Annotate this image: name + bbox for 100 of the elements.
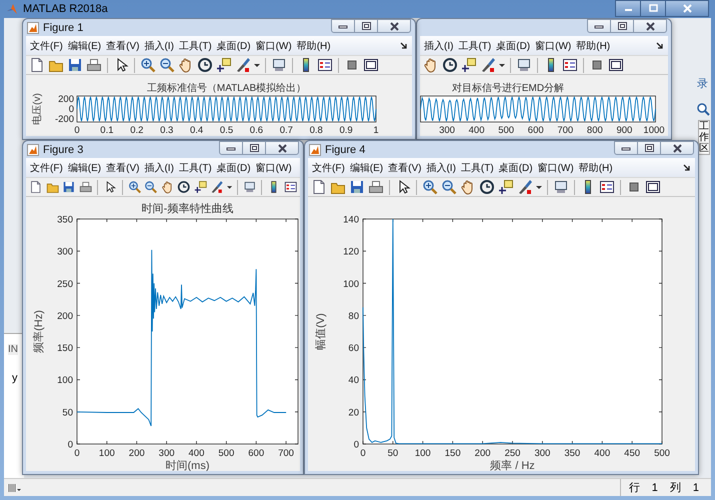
menu-item[interactable]: 窗口(W)	[535, 38, 572, 52]
close-icon	[276, 142, 288, 154]
brush-icon[interactable]	[480, 57, 496, 73]
menu-item[interactable]: 编辑(E)	[68, 160, 102, 174]
toolbar-label[interactable]: 录	[697, 76, 708, 91]
legend-icon[interactable]	[317, 57, 333, 73]
window-frame-icon[interactable]	[363, 57, 379, 73]
menu-item[interactable]: 文件(F)	[30, 38, 63, 52]
zoom-in-icon[interactable]	[422, 179, 438, 195]
menu-item[interactable]: 查看(V)	[106, 160, 140, 174]
window-title: Figure 1	[43, 22, 84, 34]
menu-item[interactable]: 窗口(W)	[256, 160, 292, 174]
chart-title: 时间-频率特性曲线	[142, 203, 234, 215]
zoom-out-icon[interactable]	[144, 179, 158, 195]
menu-item[interactable]: 帮助(H)	[578, 160, 613, 174]
menu-item[interactable]: 帮助(H)	[296, 38, 331, 52]
data-cursor-icon[interactable]	[461, 57, 477, 73]
tick-label: 60	[348, 343, 359, 354]
close-button[interactable]	[265, 141, 299, 155]
menu-item[interactable]: 桌面(D)	[216, 38, 251, 52]
menu-item[interactable]: 文件(F)	[30, 160, 63, 174]
maximize-button[interactable]	[610, 19, 634, 33]
brush-icon[interactable]	[210, 179, 224, 195]
maximize-button[interactable]	[354, 19, 378, 33]
save-icon[interactable]	[349, 179, 365, 195]
minimize-button[interactable]	[331, 19, 355, 33]
menu-item[interactable]: 工具(T)	[458, 38, 492, 52]
data-cursor-icon[interactable]	[194, 179, 207, 195]
window-frame-icon[interactable]	[608, 57, 624, 73]
save-icon[interactable]	[62, 179, 76, 195]
menu-item[interactable]: 工具(T)	[178, 38, 212, 52]
window-frame-icon[interactable]	[645, 179, 661, 195]
legend-icon[interactable]	[599, 179, 615, 195]
save-icon[interactable]	[67, 57, 83, 73]
close-icon	[672, 142, 682, 154]
axis-label: 幅值(V)	[315, 313, 327, 350]
zoom-in-icon[interactable]	[140, 57, 156, 73]
menu-item[interactable]: 桌面(D)	[496, 38, 530, 52]
menu-item[interactable]: 桌面(D)	[216, 160, 251, 174]
menu-item[interactable]: 插入(I)	[424, 38, 454, 52]
panel-tab[interactable]: 工作区	[698, 120, 710, 155]
search-icon[interactable]	[696, 102, 710, 116]
data-cursor-icon[interactable]	[216, 57, 232, 73]
linked-plot-icon[interactable]	[516, 57, 532, 73]
tick-label: 100	[343, 278, 359, 290]
legend-icon[interactable]	[562, 57, 578, 73]
print-icon[interactable]	[78, 179, 92, 195]
minimize-button[interactable]	[614, 141, 638, 155]
zoom-out-icon[interactable]	[159, 57, 175, 73]
menu-item[interactable]: 查看(V)	[388, 160, 422, 174]
brush-icon[interactable]	[235, 57, 251, 73]
linked-plot-icon[interactable]	[271, 57, 287, 73]
zoom-out-icon[interactable]	[441, 179, 457, 195]
menu-item[interactable]: 工具(T)	[178, 160, 212, 174]
zoom-in-icon[interactable]	[128, 179, 141, 195]
dock-arrow-icon[interactable]	[656, 42, 664, 50]
menu-item[interactable]: 工具(T)	[460, 160, 494, 174]
maximize-button[interactable]	[242, 141, 266, 155]
maximize-button[interactable]	[637, 141, 661, 155]
menu-item[interactable]: 插入(I)	[144, 160, 174, 174]
linked-plot-icon[interactable]	[242, 179, 256, 195]
menu-item[interactable]: 文件(F)	[312, 160, 345, 174]
status-value: 1	[652, 482, 658, 494]
minimize-button[interactable]	[615, 0, 641, 17]
menu-item[interactable]: 编辑(E)	[68, 38, 102, 52]
menu-item[interactable]: 桌面(D)	[498, 160, 533, 174]
menu-item[interactable]: 窗口(W)	[538, 160, 574, 174]
tick-label: 50	[62, 407, 73, 418]
tick-label: 400	[594, 448, 610, 459]
menu-item[interactable]: 插入(I)	[144, 38, 174, 52]
tick-label: 400	[468, 125, 484, 136]
minimize-button[interactable]	[587, 19, 611, 33]
dock-arrow-icon[interactable]	[683, 164, 691, 172]
new-file-icon[interactable]	[29, 179, 42, 195]
brush-icon[interactable]	[517, 179, 533, 195]
menu-item[interactable]: 帮助(H)	[576, 38, 610, 52]
menu-item[interactable]: 查看(V)	[106, 38, 140, 52]
data-cursor-icon[interactable]	[498, 179, 514, 195]
hand-icon[interactable]	[160, 179, 174, 195]
grip-menu-icon[interactable]	[8, 482, 22, 492]
minimize-button[interactable]	[219, 141, 243, 155]
print-icon[interactable]	[86, 57, 102, 73]
print-icon[interactable]	[368, 179, 384, 195]
dock-arrow-icon[interactable]	[400, 42, 408, 50]
tick-label: 20	[348, 407, 359, 418]
linked-plot-icon[interactable]	[553, 179, 569, 195]
new-file-icon[interactable]	[311, 179, 327, 195]
maximize-icon	[616, 20, 628, 32]
menu-item[interactable]: 插入(I)	[426, 160, 456, 174]
close-button[interactable]	[660, 141, 694, 155]
close-button[interactable]	[665, 0, 709, 17]
menu-item[interactable]: 编辑(E)	[350, 160, 384, 174]
close-button[interactable]	[633, 19, 667, 33]
close-button[interactable]	[377, 19, 411, 33]
close-icon	[682, 3, 692, 14]
maximize-button[interactable]	[640, 0, 666, 17]
menu-item[interactable]: 窗口(W)	[256, 38, 292, 52]
new-file-icon[interactable]	[29, 57, 45, 73]
legend-icon[interactable]	[284, 179, 298, 195]
tick-label: 150	[444, 448, 461, 459]
